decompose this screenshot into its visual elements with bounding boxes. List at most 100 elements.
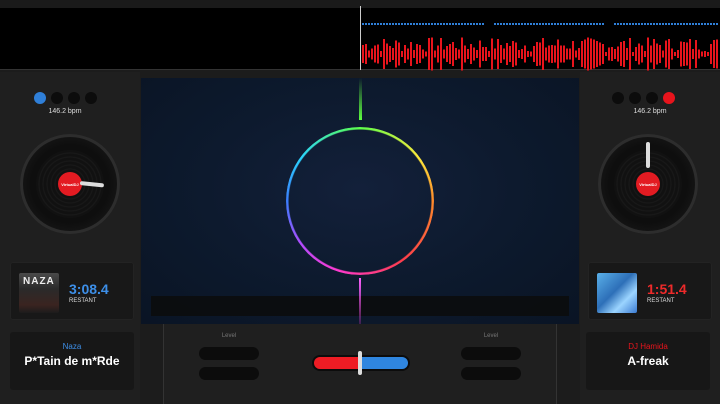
- waveform-bar: [449, 44, 451, 64]
- waveform-bar: [575, 50, 577, 58]
- waveform-bar: [512, 41, 514, 67]
- jog-wheel[interactable]: VirtualDJ: [598, 134, 698, 234]
- waveform-bar: [710, 44, 712, 64]
- waveform-bar: [617, 46, 619, 62]
- waveform-bar: [467, 49, 469, 59]
- waveform-bar: [464, 45, 466, 63]
- beat-marker: [506, 23, 508, 25]
- album-cover: [597, 273, 637, 313]
- waveform-bar: [602, 44, 604, 64]
- beat-marker: [554, 23, 556, 25]
- waveform-bar: [425, 51, 427, 57]
- beat-marker: [470, 23, 472, 25]
- beat-marker: [512, 23, 514, 25]
- hotcue-2-button[interactable]: [51, 92, 63, 104]
- album-cover: NAZA: [19, 273, 59, 313]
- beat-marker: [503, 23, 505, 25]
- hotcue-1-button[interactable]: [612, 92, 624, 104]
- waveform-overview[interactable]: [0, 0, 720, 71]
- waveform-bar: [452, 42, 454, 66]
- beat-marker: [671, 23, 673, 25]
- beat-marker: [422, 23, 424, 25]
- beat-marker: [491, 23, 493, 25]
- beat-marker: [524, 23, 526, 25]
- waveform-bar: [593, 39, 595, 69]
- beat-marker: [713, 23, 715, 25]
- waveform-bar: [704, 51, 706, 57]
- beat-marker: [665, 23, 667, 25]
- waveform-bar: [542, 38, 544, 70]
- beat-marker: [683, 23, 685, 25]
- beat-marker: [425, 23, 427, 25]
- beat-marker: [428, 23, 430, 25]
- beat-marker: [518, 23, 520, 25]
- beat-marker: [479, 23, 481, 25]
- beat-marker: [398, 23, 400, 25]
- waveform-bar: [530, 51, 532, 57]
- waveform-bar: [377, 44, 379, 64]
- level-slider-left-2[interactable]: [199, 367, 259, 380]
- waveform-bar: [476, 50, 478, 58]
- waveform-bar: [557, 39, 559, 69]
- hotcue-4-button[interactable]: [85, 92, 97, 104]
- beat-marker: [413, 23, 415, 25]
- beat-marker: [545, 23, 547, 25]
- beat-marker: [629, 23, 631, 25]
- waveform-bar: [647, 37, 649, 71]
- waveform-bar: [461, 37, 463, 71]
- waveform-bar: [662, 50, 664, 58]
- beat-marker: [611, 23, 613, 25]
- beat-marker: [626, 23, 628, 25]
- waveform-bar: [515, 42, 517, 66]
- jog-wheel[interactable]: VirtualDJ: [20, 134, 120, 234]
- waveform-bar: [686, 42, 688, 66]
- level-label-right: Level: [483, 333, 499, 339]
- waveform-bar: [683, 42, 685, 66]
- waveform-bar: [632, 52, 634, 56]
- waveform-bar: [671, 48, 673, 60]
- beat-marker: [617, 23, 619, 25]
- waveform-bar: [629, 38, 631, 70]
- platter-logo-text: VirtualDJ: [61, 181, 79, 187]
- beat-marker: [404, 23, 406, 25]
- waveform-bar: [698, 49, 700, 59]
- waveform-bar: [653, 39, 655, 69]
- beat-marker: [461, 23, 463, 25]
- waveform-bar: [434, 50, 436, 58]
- waveform-bar: [458, 49, 460, 59]
- hotcue-4-button[interactable]: [663, 92, 675, 104]
- hotcue-3-button[interactable]: [646, 92, 658, 104]
- waveform-bar: [536, 42, 538, 66]
- level-slider-right-1[interactable]: [461, 347, 521, 360]
- beat-marker: [605, 23, 607, 25]
- waveform-bar: [431, 37, 433, 71]
- beat-marker: [692, 23, 694, 25]
- beat-marker: [659, 23, 661, 25]
- level-slider-left-1[interactable]: [199, 347, 259, 360]
- crossfader-knob[interactable]: [358, 351, 362, 375]
- beat-marker: [548, 23, 550, 25]
- hotcue-3-button[interactable]: [68, 92, 80, 104]
- waveform-bar: [368, 50, 370, 58]
- beat-marker: [656, 23, 658, 25]
- waveform-bar: [689, 39, 691, 69]
- beat-marker: [368, 23, 370, 25]
- beat-marker: [599, 23, 601, 25]
- level-slider-right-2[interactable]: [461, 367, 521, 380]
- beat-marker: [560, 23, 562, 25]
- platter-label: VirtualDJ: [58, 172, 82, 196]
- hotcue-2-button[interactable]: [629, 92, 641, 104]
- beat-marker: [641, 23, 643, 25]
- waveform-bar: [494, 48, 496, 60]
- beat-marker: [689, 23, 691, 25]
- waveform-bar: [563, 45, 565, 63]
- beat-marker: [458, 23, 460, 25]
- time-remaining: 3:08.4: [69, 281, 109, 297]
- visualizer: [141, 78, 579, 324]
- waveform-bar: [365, 44, 367, 64]
- waveform-bar: [707, 52, 709, 56]
- beat-marker: [668, 23, 670, 25]
- crossfader-right-side: [361, 357, 408, 369]
- track-info-card: 1:51.4 RESTANT: [588, 262, 712, 320]
- hotcue-1-button[interactable]: [34, 92, 46, 104]
